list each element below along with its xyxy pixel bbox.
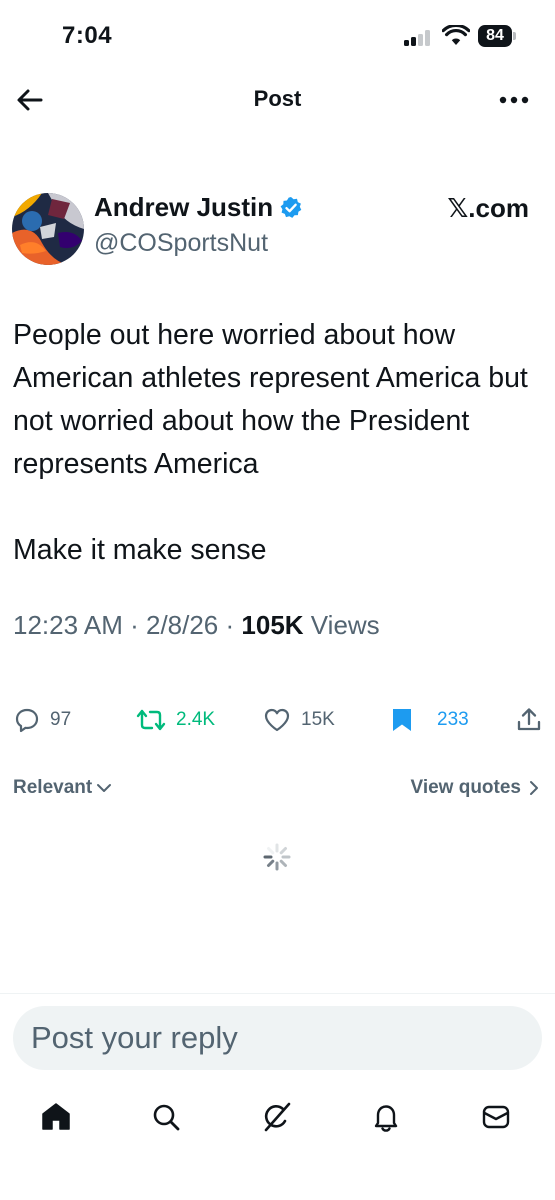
reply-placeholder: Post your reply — [31, 1020, 238, 1055]
view-quotes-label: View quotes — [410, 777, 521, 798]
post-metadata: 12:23 AM · 2/8/26 · 105K Views — [13, 610, 380, 641]
share-icon — [517, 708, 541, 731]
tab-notifications[interactable] — [368, 1099, 404, 1135]
bottom-tab-bar — [0, 1095, 555, 1139]
tab-messages[interactable] — [478, 1099, 514, 1135]
post-text: People out here worried about how Americ… — [13, 319, 528, 566]
bottom-divider — [0, 993, 555, 994]
post-time: 12:23 AM — [13, 610, 123, 640]
home-icon — [42, 1103, 70, 1130]
heart-icon — [264, 708, 290, 732]
author-avatar[interactable] — [12, 193, 84, 265]
search-icon — [153, 1104, 180, 1131]
like-button[interactable]: 15K — [263, 702, 335, 738]
repost-button[interactable]: 2.4K — [136, 702, 215, 738]
bookmark-icon — [393, 709, 411, 731]
reply-icon — [15, 708, 39, 733]
cellular-signal-icon — [404, 30, 434, 46]
reply-input[interactable]: Post your reply — [13, 1006, 542, 1070]
share-button[interactable] — [516, 702, 542, 738]
bookmark-button[interactable]: 233 — [391, 702, 469, 738]
author-name[interactable]: Andrew Justin — [94, 192, 303, 223]
notifications-icon — [374, 1105, 398, 1132]
wifi-icon — [442, 25, 470, 45]
verified-badge-icon — [280, 196, 302, 218]
like-count: 15K — [301, 709, 335, 730]
sort-label: Relevant — [13, 777, 93, 798]
battery-tip — [513, 32, 516, 40]
meta-separator: · — [130, 610, 146, 640]
source-label: 𝕏.com — [447, 193, 529, 223]
avatar-image — [12, 193, 84, 265]
grok-icon — [264, 1102, 291, 1132]
status-time: 7:04 — [62, 22, 113, 49]
author-handle[interactable]: @COSportsNut — [94, 229, 268, 258]
author-name-text: Andrew Justin — [94, 192, 274, 222]
more-dots-icon — [499, 96, 529, 104]
page-title: Post — [253, 86, 302, 111]
chevron-down-icon — [97, 784, 112, 792]
messages-icon — [482, 1105, 510, 1129]
chevron-right-icon — [530, 781, 538, 795]
reply-button[interactable]: 97 — [14, 702, 71, 738]
post-date: 2/8/26 — [145, 610, 219, 640]
views-count: 105K — [241, 610, 304, 640]
repost-count: 2.4K — [176, 709, 216, 730]
tab-grok[interactable] — [259, 1099, 295, 1135]
meta-separator: · — [225, 610, 242, 640]
top-nav-bar: Post — [0, 70, 555, 128]
sort-dropdown[interactable]: Relevant — [13, 777, 112, 799]
views-label[interactable]: Views — [311, 610, 380, 640]
battery-indicator: 84 — [478, 25, 512, 47]
view-quotes-link[interactable]: View quotes — [410, 777, 539, 799]
reply-count: 97 — [50, 709, 72, 730]
action-bar: 97 2.4K 15K 233 — [0, 702, 555, 738]
bookmark-count: 233 — [437, 709, 469, 730]
tab-home[interactable] — [38, 1099, 74, 1135]
more-options-button[interactable] — [494, 82, 534, 118]
tab-search[interactable] — [148, 1099, 184, 1135]
status-bar: 7:04 84 — [0, 0, 555, 70]
loading-spinner-icon — [263, 843, 291, 871]
repost-icon — [136, 709, 166, 731]
